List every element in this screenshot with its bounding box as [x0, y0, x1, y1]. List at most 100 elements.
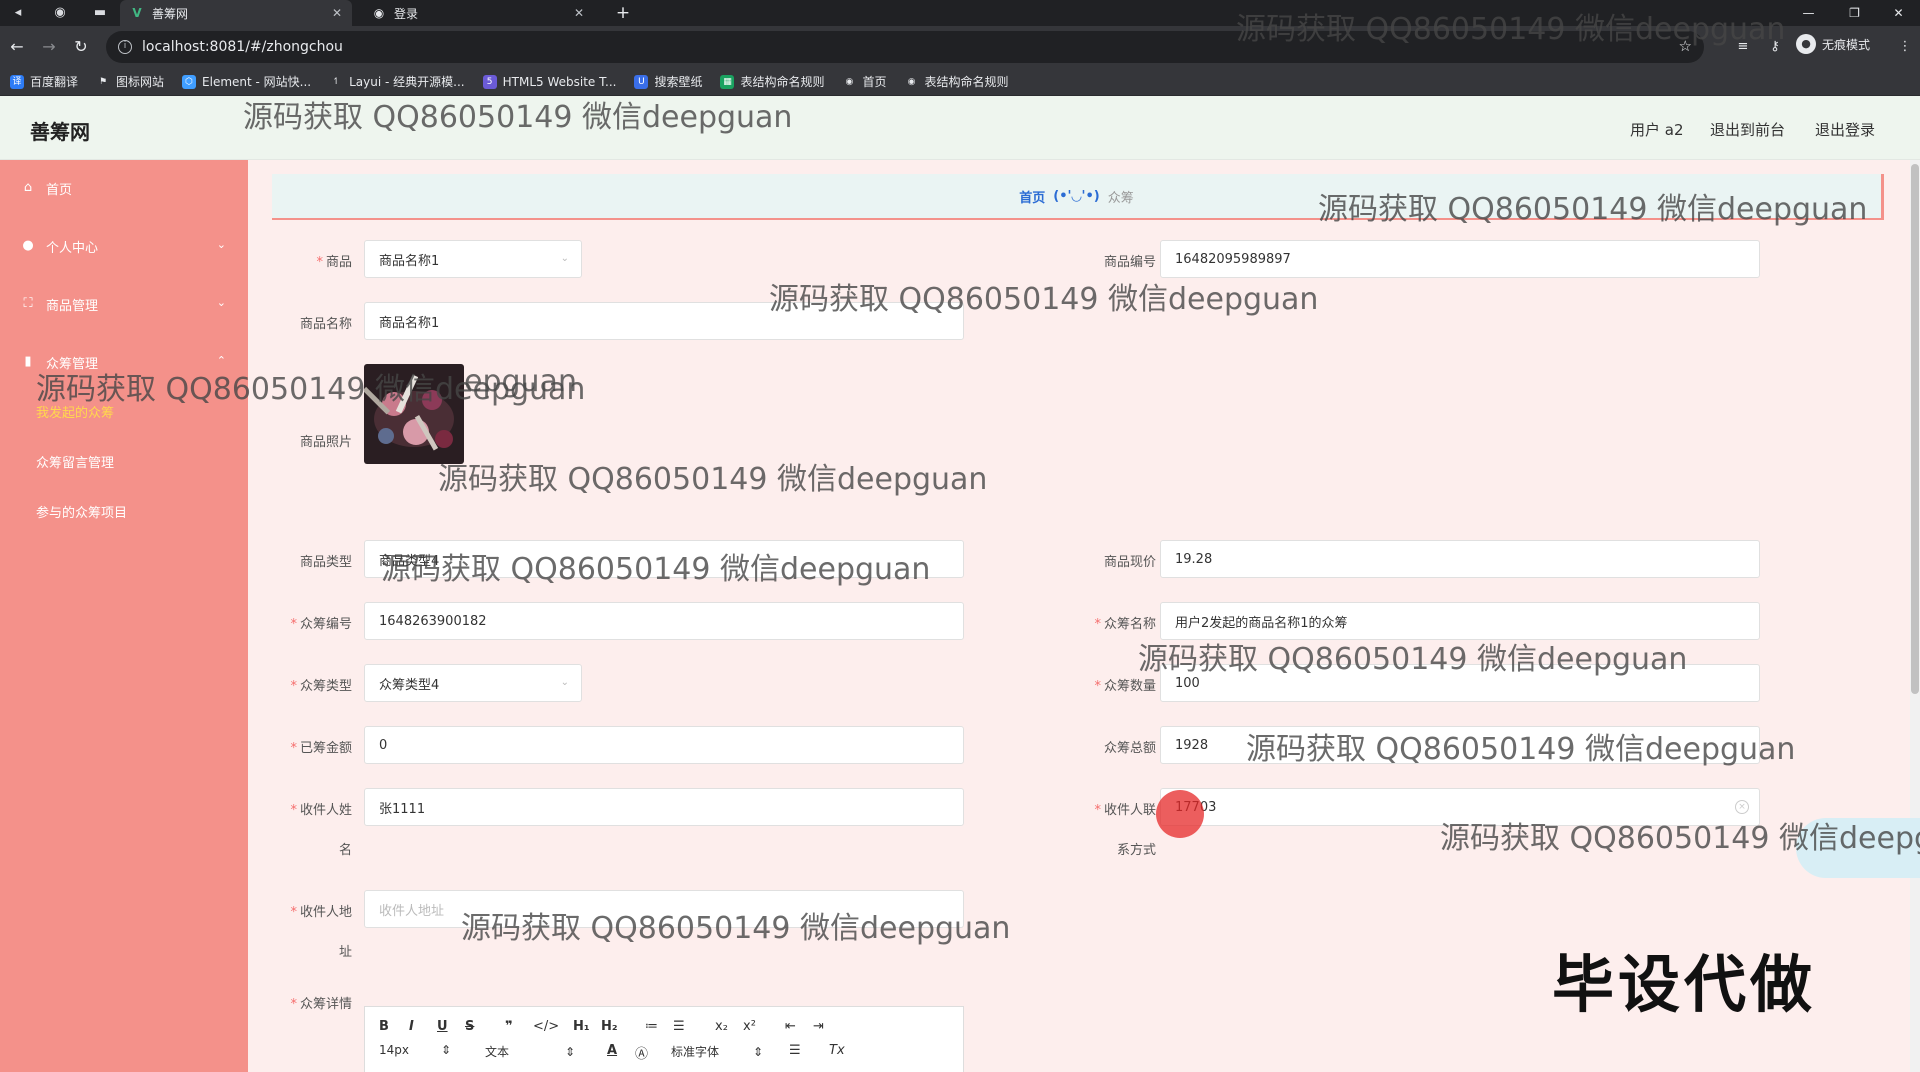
bookmark-label: Element - 网站快...: [202, 75, 312, 89]
new-tab-button[interactable]: +: [612, 2, 634, 24]
text-style-select[interactable]: 文本 ⇕: [485, 1043, 575, 1060]
menu-icon[interactable]: ⋮: [1894, 36, 1916, 58]
subscript-icon[interactable]: x₂: [715, 1019, 728, 1034]
font-family-select[interactable]: 标准字体 ⇕: [671, 1043, 763, 1060]
goods-name-label: 商品名称: [299, 317, 352, 332]
minimize-icon[interactable]: —: [1786, 0, 1831, 26]
underline-icon[interactable]: U: [437, 1019, 448, 1034]
recipient-name-field[interactable]: 张1111: [364, 788, 964, 826]
bookmark-item[interactable]: ⚑ 图标网站: [96, 73, 164, 90]
watermark: 源码获取 QQ86050149 微信deepguan: [438, 462, 988, 497]
rich-text-editor[interactable]: B I U S ❞ </> H₁ H₂ ≔ ☰ x₂ x² ⇤ ⇥ 14px ⇕ …: [364, 1006, 964, 1072]
element-icon: ⬡: [182, 74, 197, 89]
table-icon: ▦: [720, 74, 735, 89]
tab-shanchou[interactable]: V 善筹网 ✕: [120, 0, 352, 26]
goods-select[interactable]: 商品名称1 ⌄: [364, 240, 582, 278]
tab-login[interactable]: ◉ 登录 ✕: [362, 0, 594, 26]
italic-icon[interactable]: I: [409, 1019, 414, 1034]
font-color-icon[interactable]: A: [607, 1043, 617, 1058]
watermark: 源码获取 QQ86050149 微信deepguan: [461, 911, 1011, 946]
current-price-field[interactable]: 19.28: [1160, 540, 1760, 578]
goods-number-field[interactable]: 16482095989897: [1160, 240, 1760, 278]
scrollbar-thumb[interactable]: [1911, 164, 1919, 694]
bookmark-item[interactable]: 译 百度翻译: [10, 73, 78, 90]
h2-icon[interactable]: H₂: [601, 1019, 618, 1034]
strike-icon[interactable]: S: [465, 1019, 474, 1034]
quote-icon[interactable]: ❞: [505, 1019, 513, 1034]
align-icon[interactable]: ☰: [789, 1043, 801, 1058]
globe-icon: ◉: [373, 6, 385, 20]
clear-icon[interactable]: ×: [1735, 800, 1749, 814]
crowdfunding-type-value: 众筹类型4: [379, 677, 440, 693]
globe-icon: ◉: [907, 76, 916, 87]
crowdfunding-number-field[interactable]: 1648263900182: [364, 602, 964, 640]
cursor-indicator: [1156, 790, 1204, 838]
sidebar-item-profile[interactable]: ● 个人中心 ⌄: [0, 218, 248, 274]
h1-icon[interactable]: H₁: [573, 1019, 590, 1034]
watermark: 源码获取 QQ86050149 微信deepguan: [381, 552, 931, 587]
close-icon[interactable]: ✕: [574, 6, 584, 20]
home-icon: ⌂: [23, 180, 33, 195]
code-icon[interactable]: </>: [533, 1019, 559, 1034]
breadcrumb-home[interactable]: 首页: [1019, 187, 1045, 206]
bookmark-item[interactable]: U 搜索壁纸: [634, 73, 702, 90]
bookmark-label: HTML5 Website T...: [502, 74, 617, 89]
back-icon[interactable]: ←: [6, 36, 28, 58]
current-price-label: 商品现价: [1103, 555, 1156, 570]
goods-number-label: 商品编号: [1103, 255, 1156, 270]
bookmark-item[interactable]: 5 HTML5 Website T...: [482, 74, 617, 89]
sidebar-item-goods[interactable]: ⛶ 商品管理 ⌄: [0, 276, 248, 332]
submenu-joined-projects[interactable]: 参与的众筹项目: [36, 502, 127, 521]
chevron-down-icon: ⌄: [560, 677, 569, 688]
back-to-front-link[interactable]: 退出到前台: [1710, 119, 1785, 140]
incognito-profile[interactable]: ● 无痕模式: [1796, 34, 1870, 54]
crowdfunding-number-label: * 众筹编号: [290, 617, 352, 632]
current-user: 用户 a2: [1630, 121, 1684, 139]
forward-icon[interactable]: →: [38, 36, 60, 58]
bookmark-item[interactable]: ↿ Layui - 经典开源模...: [329, 73, 464, 90]
globe-icon[interactable]: ◉: [50, 3, 70, 23]
ordered-list-icon[interactable]: ≔: [645, 1019, 658, 1034]
globe-icon: ◉: [845, 76, 854, 87]
submenu-comments[interactable]: 众筹留言管理: [36, 452, 114, 471]
reload-icon[interactable]: ↻: [70, 36, 92, 58]
logout-link[interactable]: 退出登录: [1815, 119, 1875, 140]
chevron-down-icon: ⌄: [216, 296, 226, 309]
crowdfunding-type-select[interactable]: 众筹类型4 ⌄: [364, 664, 582, 702]
layui-icon: ↿: [332, 76, 340, 87]
tab-title: 善筹网: [152, 6, 189, 21]
bookmark-item[interactable]: ◉ 表结构命名规则: [905, 73, 1009, 90]
bullet-list-icon[interactable]: ☰: [673, 1019, 685, 1034]
superscript-icon[interactable]: x²: [743, 1019, 756, 1034]
goods-select-value: 商品名称1: [379, 253, 440, 269]
breadcrumb-separator: (•'◡'•): [1053, 188, 1100, 204]
sidebar-item-home[interactable]: ⌂ 首页: [0, 160, 248, 216]
bookmark-label: 图标网站: [116, 75, 165, 89]
bookmark-item[interactable]: ◉ 首页: [842, 73, 887, 90]
info-icon[interactable]: i: [118, 40, 132, 54]
restore-icon[interactable]: ❐: [1832, 0, 1877, 26]
audio-icon[interactable]: ◂: [8, 3, 28, 23]
watermark: 源码获取 QQ86050149 微信deepg: [1440, 821, 1920, 856]
window-close-icon[interactable]: ✕: [1876, 0, 1920, 26]
watermark: epguan: [464, 364, 577, 399]
bg-color-icon[interactable]: Ⓐ: [635, 1043, 648, 1062]
clear-format-icon[interactable]: Tx: [829, 1043, 845, 1058]
brand-logo[interactable]: 善筹网: [30, 116, 90, 145]
bookmark-label: 表结构命名规则: [924, 75, 1009, 89]
raised-amount-field[interactable]: 0: [364, 726, 964, 764]
watermark-banner: 毕设代做: [1552, 948, 1817, 1021]
bookmark-item[interactable]: ▦ 表结构命名规则: [720, 73, 824, 90]
bookmark-item[interactable]: ⬡ Element - 网站快...: [182, 73, 311, 90]
bookmark-label: 百度翻译: [30, 75, 79, 89]
html5-icon: 5: [482, 74, 497, 89]
goods-label: * 商品: [316, 255, 352, 270]
indent-icon[interactable]: ⇥: [813, 1019, 824, 1034]
bold-icon[interactable]: B: [379, 1019, 389, 1034]
bookmark-label: Layui - 经典开源模...: [349, 75, 465, 89]
window-icon[interactable]: ▬: [90, 3, 110, 23]
font-size-select[interactable]: 14px ⇕: [379, 1043, 451, 1057]
close-icon[interactable]: ✕: [332, 6, 342, 20]
outdent-icon[interactable]: ⇤: [785, 1019, 796, 1034]
crowdfunding-type-label: * 众筹类型: [290, 679, 352, 694]
